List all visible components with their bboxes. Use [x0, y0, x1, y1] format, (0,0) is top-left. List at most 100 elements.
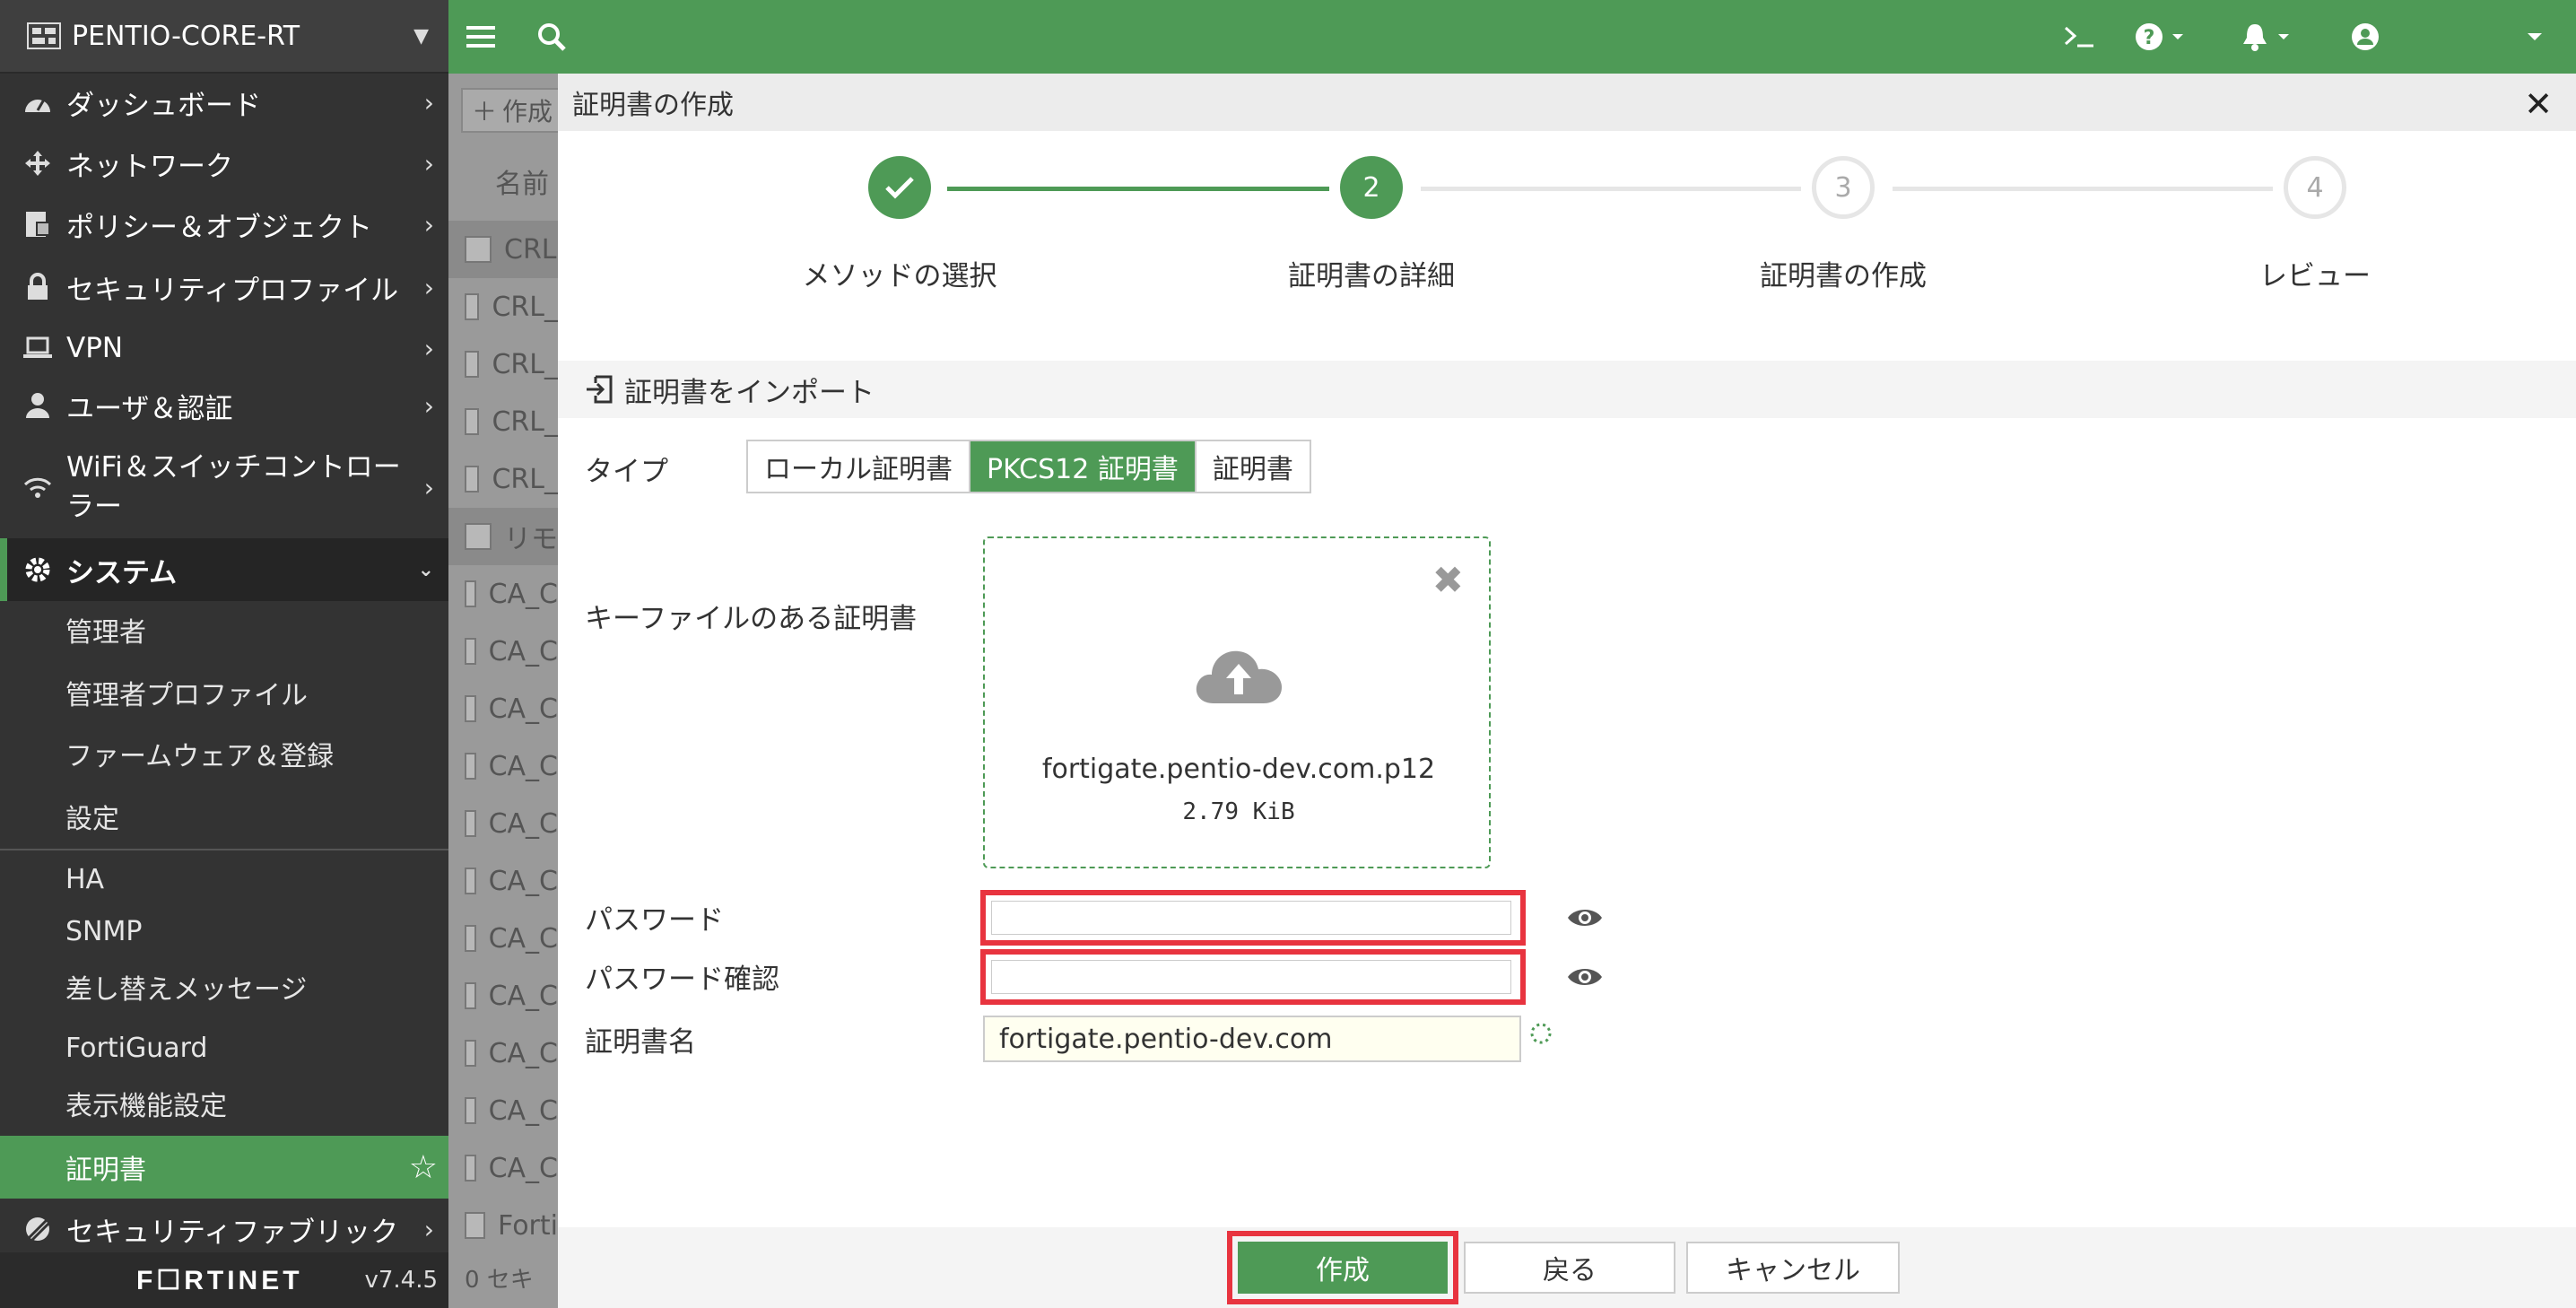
sidebar-item-vpn[interactable]: VPN ›	[0, 323, 448, 373]
checkmark-icon	[885, 177, 914, 199]
type-option-local[interactable]: ローカル証明書	[748, 441, 970, 492]
import-icon	[587, 375, 613, 404]
dialog-title: 証明書の作成	[572, 90, 734, 121]
sidebar-sub-settings[interactable]: 設定	[0, 791, 448, 841]
chevron-down-icon[interactable]	[2526, 16, 2544, 57]
step-4-label: レビュー	[2259, 260, 2371, 292]
row-label: CRL	[504, 233, 557, 266]
cancel-button[interactable]: キャンセル	[1686, 1242, 1900, 1294]
sidebar-item-security-profiles[interactable]: セキュリティプロファイル ›	[0, 262, 448, 312]
sidebar-sub-replacement-messages[interactable]: 差し替えメッセージ	[0, 962, 448, 1012]
show-password-eye-icon[interactable]	[1566, 904, 1604, 931]
certificate-icon	[465, 580, 476, 607]
gear-icon	[20, 554, 56, 586]
device-icon	[27, 22, 61, 49]
list-item: CRL_	[448, 450, 558, 508]
sidebar-item-label: セキュリティファブリック	[66, 1216, 399, 1249]
menu-icon[interactable]	[466, 16, 495, 57]
step-3-circle: 3	[1812, 156, 1875, 219]
sidebar-sub-fortiguard[interactable]: FortiGuard	[0, 1023, 448, 1073]
step-connector	[947, 187, 1329, 191]
show-password-confirm-eye-icon[interactable]	[1566, 964, 1604, 990]
device-name: PENTIO-CORE-RT	[72, 20, 300, 52]
remove-file-icon[interactable]: ✖	[1432, 558, 1464, 602]
help-icon[interactable]: ?	[2135, 16, 2189, 57]
back-button[interactable]: 戻る	[1464, 1242, 1675, 1294]
sidebar-sub-certificates[interactable]: 証明書 ☆	[0, 1136, 448, 1199]
list-item: CA_C	[448, 1082, 558, 1139]
row-label: CRL_	[492, 291, 558, 323]
row-label: CA_C	[488, 635, 558, 667]
sidebar-sub-firmware[interactable]: ファームウェア＆登録	[0, 728, 448, 779]
cloud-upload-icon	[1196, 650, 1282, 703]
sidebar-item-policy[interactable]: ポリシー＆オブジェクト ›	[0, 199, 448, 249]
sidebar-item-system[interactable]: システム ⌄	[0, 538, 448, 601]
sidebar-sub-admin-profiles[interactable]: 管理者プロファイル	[0, 667, 448, 718]
certificate-name-input[interactable]	[983, 1016, 1521, 1062]
list-item: Forti	[448, 1197, 558, 1254]
sidebar-divider	[0, 849, 448, 850]
sidebar-sub-snmp[interactable]: SNMP	[0, 906, 448, 956]
password-input[interactable]	[991, 901, 1511, 935]
certificate-list-background: ＋作成 名前 CRL CRL_ CRL_ CRL_ CRL_ リモ CA_C C…	[448, 74, 558, 1308]
list-item: CA_C	[448, 565, 558, 623]
fabric-icon	[20, 1213, 56, 1245]
password-confirm-highlight	[980, 949, 1526, 1005]
sidebar-sub-admins[interactable]: 管理者	[0, 605, 448, 655]
create-button[interactable]: 作成	[1238, 1242, 1448, 1294]
chevron-right-icon: ›	[423, 87, 434, 118]
sidebar-item-label: ユーザ＆認証	[66, 392, 233, 425]
close-icon[interactable]: ✕	[2524, 84, 2553, 124]
row-label: リモ	[504, 524, 558, 555]
user-account-icon[interactable]	[2350, 16, 2380, 57]
fortinet-logo: F☐RTINET	[136, 1265, 303, 1295]
sidebar-item-label: ダッシュボード	[66, 89, 261, 122]
sidebar-item-user-auth[interactable]: ユーザ＆認証 ›	[0, 380, 448, 431]
search-icon[interactable]	[536, 16, 567, 57]
device-selector[interactable]: PENTIO-CORE-RT ▼	[0, 0, 448, 74]
firmware-version: v7.4.5	[364, 1267, 438, 1294]
dialog-title-bar: 証明書の作成 ✕	[558, 74, 2576, 131]
sidebar-item-network[interactable]: ネットワーク ›	[0, 138, 448, 188]
star-icon[interactable]: ☆	[409, 1149, 438, 1186]
sidebar-sub-ha[interactable]: HA	[0, 854, 448, 904]
row-label: CRL_	[492, 348, 558, 380]
collapse-icon	[465, 523, 492, 550]
row-label: CA_C	[488, 750, 558, 782]
row-label: 0 セキ	[465, 1266, 534, 1294]
row-label: CA_C	[488, 1094, 558, 1127]
certificate-icon	[465, 351, 480, 378]
certificate-icon	[465, 466, 480, 493]
cli-console-icon[interactable]	[2063, 16, 2097, 57]
list-item: CRL_	[448, 393, 558, 450]
row-label: CA_C	[488, 578, 558, 610]
step-1-label: メソッドの選択	[802, 260, 997, 292]
list-item: CA_C	[448, 852, 558, 910]
certificate-icon	[465, 1155, 476, 1182]
certificate-icon	[465, 695, 476, 722]
certificate-icon	[465, 293, 480, 320]
collapse-icon	[465, 236, 492, 263]
step-4-circle: 4	[2284, 156, 2346, 219]
file-upload-dropzone[interactable]: ✖ fortigate.pentio-dev.com.p12 2.79 KiB	[983, 536, 1491, 868]
row-label: CA_C	[488, 1152, 558, 1184]
sidebar-item-dashboard[interactable]: ダッシュボード ›	[0, 77, 448, 127]
type-option-certificate[interactable]: 証明書	[1196, 441, 1310, 492]
certificate-icon	[465, 1040, 476, 1067]
certificate-icon	[465, 982, 476, 1009]
sidebar-item-security-fabric[interactable]: セキュリティファブリック ›	[0, 1204, 448, 1254]
sidebar-sub-feature-visibility[interactable]: 表示機能設定	[0, 1078, 448, 1129]
type-option-pkcs12[interactable]: PKCS12 証明書	[970, 441, 1197, 492]
password-confirm-input[interactable]	[991, 960, 1511, 994]
certificate-icon	[465, 408, 480, 435]
keyfile-label: キーファイルのある証明書	[585, 603, 918, 635]
certificate-icon	[465, 925, 476, 952]
password-confirm-label: パスワード確認	[585, 964, 779, 996]
notifications-bell-icon[interactable]	[2241, 16, 2294, 57]
certificate-icon	[465, 1212, 486, 1239]
chevron-right-icon: ›	[423, 148, 434, 179]
list-item: CRL_	[448, 278, 558, 336]
step-3-label: 証明書の作成	[1760, 260, 1927, 292]
row-label: CRL_	[492, 405, 558, 438]
sidebar-item-wifi-switch[interactable]: WiFi＆スイッチコントローラー ›	[0, 445, 448, 529]
